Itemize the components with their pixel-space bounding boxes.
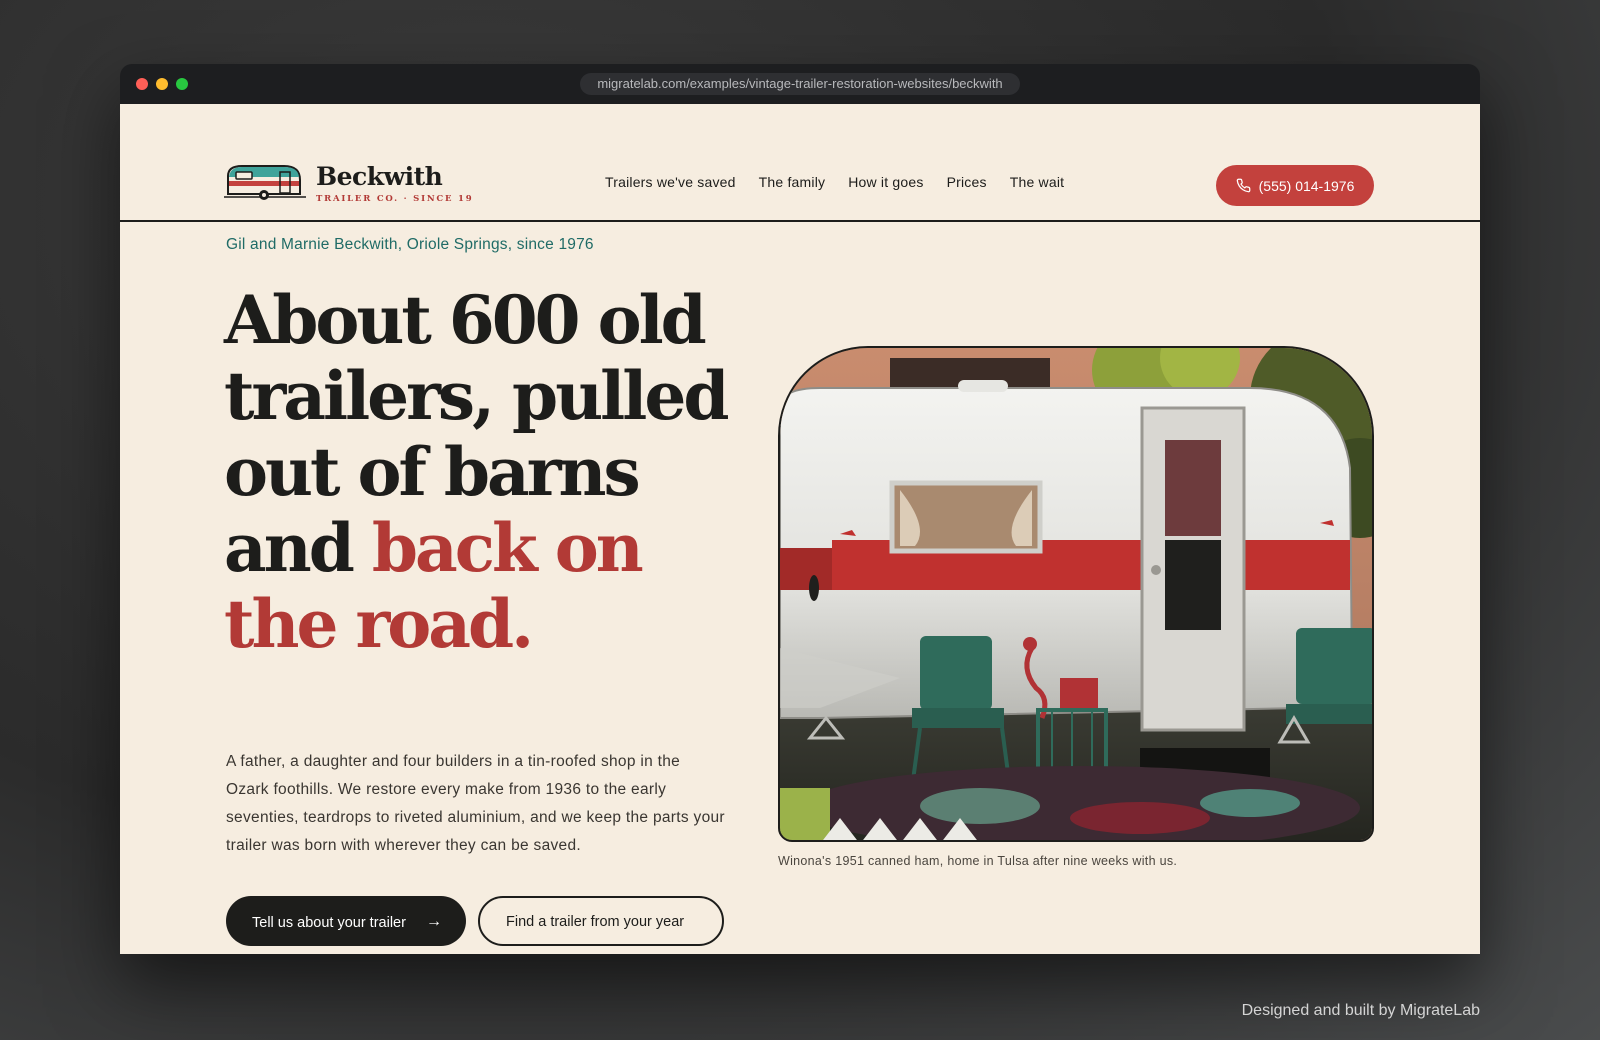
- vintage-trailer-photo: [780, 348, 1372, 840]
- close-window-button[interactable]: [136, 78, 148, 90]
- tell-us-label: Tell us about your trailer: [252, 914, 406, 931]
- find-trailer-button[interactable]: Find a trailer from your year: [478, 896, 724, 946]
- brand-tagline: TRAILER CO. · SINCE 19: [316, 194, 474, 204]
- arrow-right-icon: →: [426, 913, 442, 930]
- browser-window: migratelab.com/examples/vintage-trailer-…: [120, 64, 1480, 954]
- hero-image: [778, 346, 1374, 842]
- trailer-icon: [224, 165, 306, 200]
- hero-body: A father, a daughter and four builders i…: [226, 753, 725, 854]
- tell-us-button[interactable]: Tell us about your trailer →: [226, 896, 466, 946]
- maximize-window-button[interactable]: [176, 78, 188, 90]
- address-bar[interactable]: migratelab.com/examples/vintage-trailer-…: [580, 73, 1020, 95]
- designer-credit: Designed and built by MigrateLab: [1241, 1002, 1480, 1019]
- phone-icon: [1236, 178, 1251, 193]
- image-caption: Winona's 1951 canned ham, home in Tulsa …: [778, 854, 1178, 868]
- main-nav: Trailers we've saved The family How it g…: [605, 174, 1064, 190]
- web-page: Beckwith TRAILER CO. · SINCE 19 Trailers…: [120, 104, 1480, 954]
- brand-logo[interactable]: Beckwith TRAILER CO. · SINCE 19: [224, 162, 472, 206]
- nav-the-family[interactable]: The family: [759, 174, 826, 190]
- phone-button[interactable]: (555) 014-1976: [1216, 165, 1374, 206]
- site-header: Beckwith TRAILER CO. · SINCE 19 Trailers…: [120, 104, 1480, 222]
- hero-eyebrow: Gil and Marnie Beckwith, Oriole Springs,…: [226, 236, 594, 253]
- phone-number: (555) 014-1976: [1258, 177, 1355, 194]
- nav-how-it-goes[interactable]: How it goes: [848, 174, 923, 190]
- browser-titlebar: migratelab.com/examples/vintage-trailer-…: [120, 64, 1480, 104]
- brand-name: Beckwith: [316, 162, 443, 191]
- nav-the-wait[interactable]: The wait: [1010, 174, 1065, 190]
- nav-trailers-saved[interactable]: Trailers we've saved: [605, 174, 736, 190]
- nav-prices[interactable]: Prices: [947, 174, 987, 190]
- minimize-window-button[interactable]: [156, 78, 168, 90]
- find-trailer-label: Find a trailer from your year: [506, 913, 685, 930]
- hero-headline: About 600 old trailers, pulled out of ba…: [224, 282, 744, 662]
